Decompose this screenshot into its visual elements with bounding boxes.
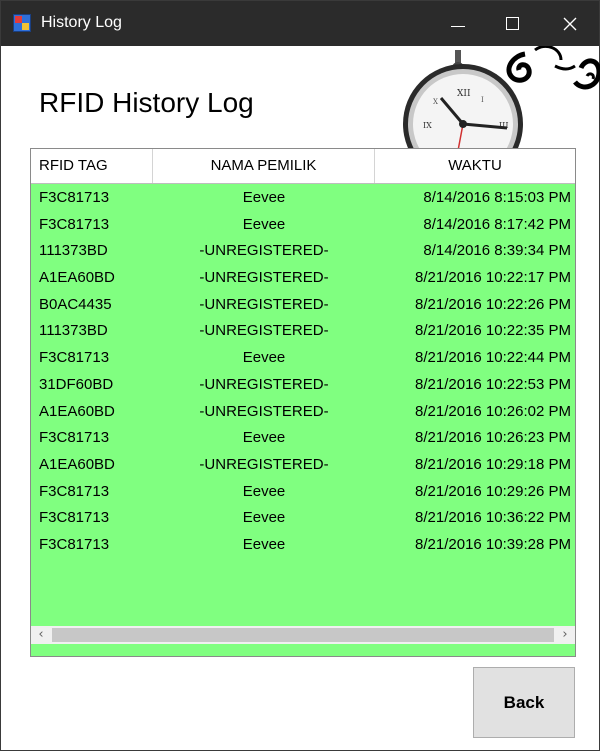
owner-name-cell: Eevee bbox=[242, 349, 286, 367]
minimize-button[interactable] bbox=[435, 1, 481, 46]
owner-name-cell: -UNREGISTERED- bbox=[199, 455, 329, 473]
table-row[interactable]: A1EA60BD -UNREGISTERED- 8/21/2016 10:29:18… bbox=[31, 452, 575, 479]
table-row[interactable]: B0AC4435 -UNREGISTERED- 8/21/2016 10:22:26… bbox=[31, 292, 575, 319]
owner-name-cell: Eevee bbox=[242, 482, 286, 500]
scroll-left-arrow-icon[interactable]: ‹ bbox=[31, 626, 51, 644]
rfid-tag-cell: F3C81713 bbox=[39, 189, 110, 206]
owner-name-cell: Eevee bbox=[242, 189, 286, 206]
horizontal-scrollbar[interactable]: ‹ › bbox=[31, 626, 575, 644]
table-row[interactable]: 111373BD -UNREGISTERED- 8/21/2016 10:22:35… bbox=[31, 318, 575, 345]
timestamp-cell: 8/21/2016 10:22:35 PM bbox=[415, 322, 571, 340]
rfid-tag-cell: 111373BD bbox=[39, 242, 108, 260]
table-row[interactable]: A1EA60BD -UNREGISTERED- 8/21/2016 10:26:02… bbox=[31, 399, 575, 426]
table-row[interactable]: F3C81713 Eevee 8/21/2016 10:36:22 PM bbox=[31, 505, 575, 532]
grid-rows: F3C81713 Eevee 8/14/2016 8:15:03 PM F3C817… bbox=[31, 185, 575, 559]
back-button[interactable]: Back bbox=[473, 667, 575, 738]
timestamp-cell: 8/21/2016 10:29:18 PM bbox=[415, 455, 571, 473]
timestamp-cell: 8/21/2016 10:22:53 PM bbox=[415, 375, 571, 393]
timestamp-cell: 8/21/2016 10:22:26 PM bbox=[415, 295, 571, 313]
table-row[interactable]: F3C81713 Eevee 8/14/2016 8:15:03 PM bbox=[31, 185, 575, 212]
grid-header: RFID TAG NAMA PEMILIK WAKTU bbox=[31, 149, 575, 184]
rfid-tag-cell: F3C81713 bbox=[39, 429, 110, 447]
table-row[interactable]: 111373BD -UNREGISTERED- 8/14/2016 8:39:34 … bbox=[31, 238, 575, 265]
rfid-tag-cell: 111373BD bbox=[39, 322, 108, 340]
timestamp-cell: 8/21/2016 10:39:28 PM bbox=[415, 535, 571, 553]
timestamp-cell: 8/14/2016 8:15:03 PM bbox=[423, 189, 571, 206]
owner-name-cell: Eevee bbox=[242, 429, 286, 447]
maximize-button[interactable] bbox=[489, 1, 535, 46]
rfid-tag-cell: A1EA60BD bbox=[39, 402, 115, 420]
owner-name-cell: -UNREGISTERED- bbox=[199, 375, 329, 393]
grid-footer-area bbox=[31, 644, 575, 656]
table-row[interactable]: F3C81713 Eevee 8/21/2016 10:22:44 PM bbox=[31, 345, 575, 372]
owner-name-cell: -UNREGISTERED- bbox=[199, 322, 329, 340]
rfid-tag-cell: F3C81713 bbox=[39, 482, 110, 500]
rfid-tag-cell: F3C81713 bbox=[39, 509, 110, 527]
timestamp-cell: 8/21/2016 10:26:02 PM bbox=[415, 402, 571, 420]
window-title: History Log bbox=[41, 14, 122, 31]
page-title: RFID History Log bbox=[39, 87, 254, 118]
owner-name-cell: -UNREGISTERED- bbox=[199, 295, 329, 313]
title-bar[interactable]: History Log bbox=[1, 1, 599, 46]
svg-text:X: X bbox=[433, 98, 438, 106]
timestamp-cell: 8/21/2016 10:36:22 PM bbox=[415, 509, 571, 527]
rfid-tag-cell: 31DF60BD bbox=[39, 375, 114, 393]
close-button[interactable] bbox=[547, 1, 593, 46]
timestamp-cell: 8/14/2016 8:39:34 PM bbox=[423, 242, 571, 260]
clock-decoration-image: XII III IX I X bbox=[385, 46, 600, 150]
table-row[interactable]: F3C81713 Eevee 8/21/2016 10:39:28 PM bbox=[31, 532, 575, 559]
table-row[interactable]: 31DF60BD -UNREGISTERED- 8/21/2016 10:22:53… bbox=[31, 372, 575, 399]
rfid-tag-cell: F3C81713 bbox=[39, 535, 110, 553]
maximize-icon bbox=[505, 17, 519, 30]
close-icon bbox=[563, 17, 577, 30]
timestamp-cell: 8/14/2016 8:17:42 PM bbox=[423, 215, 571, 233]
timestamp-cell: 8/21/2016 10:26:23 PM bbox=[415, 429, 571, 447]
owner-name-cell: Eevee bbox=[242, 535, 286, 553]
owner-name-cell: -UNREGISTERED- bbox=[199, 269, 329, 287]
owner-name-cell: -UNREGISTERED- bbox=[199, 402, 329, 420]
owner-name-cell: -UNREGISTERED- bbox=[199, 242, 329, 260]
rfid-tag-cell: F3C81713 bbox=[39, 349, 110, 367]
app-icon bbox=[13, 14, 31, 32]
column-header-rfid-tag[interactable]: RFID TAG bbox=[31, 149, 153, 183]
timestamp-cell: 8/21/2016 10:22:17 PM bbox=[415, 269, 571, 287]
timestamp-cell: 8/21/2016 10:22:44 PM bbox=[415, 349, 571, 367]
timestamp-cell: 8/21/2016 10:29:26 PM bbox=[415, 482, 571, 500]
history-data-grid[interactable]: RFID TAG NAMA PEMILIK WAKTU F3C81713 Eeve… bbox=[30, 148, 576, 657]
svg-text:I: I bbox=[481, 96, 484, 104]
owner-name-cell: Eevee bbox=[242, 215, 286, 233]
history-log-window: History Log RFID History Log XII III IX … bbox=[0, 0, 600, 751]
scrollbar-thumb[interactable] bbox=[52, 628, 554, 642]
table-row[interactable]: F3C81713 Eevee 8/21/2016 10:26:23 PM bbox=[31, 425, 575, 452]
scroll-right-arrow-icon[interactable]: › bbox=[555, 626, 575, 644]
owner-name-cell: Eevee bbox=[242, 509, 286, 527]
table-row[interactable]: A1EA60BD -UNREGISTERED- 8/21/2016 10:22:17… bbox=[31, 265, 575, 292]
column-header-waktu[interactable]: WAKTU bbox=[375, 149, 575, 183]
table-row[interactable]: F3C81713 Eevee 8/14/2016 8:17:42 PM bbox=[31, 212, 575, 239]
svg-text:XII: XII bbox=[457, 89, 471, 99]
rfid-tag-cell: B0AC4435 bbox=[39, 295, 112, 313]
minimize-icon bbox=[451, 26, 465, 27]
rfid-tag-cell: A1EA60BD bbox=[39, 455, 115, 473]
svg-text:IX: IX bbox=[423, 121, 432, 130]
rfid-tag-cell: A1EA60BD bbox=[39, 269, 115, 287]
column-header-nama-pemilik[interactable]: NAMA PEMILIK bbox=[153, 149, 375, 183]
table-row[interactable]: F3C81713 Eevee 8/21/2016 10:29:26 PM bbox=[31, 479, 575, 506]
rfid-tag-cell: F3C81713 bbox=[39, 215, 110, 233]
